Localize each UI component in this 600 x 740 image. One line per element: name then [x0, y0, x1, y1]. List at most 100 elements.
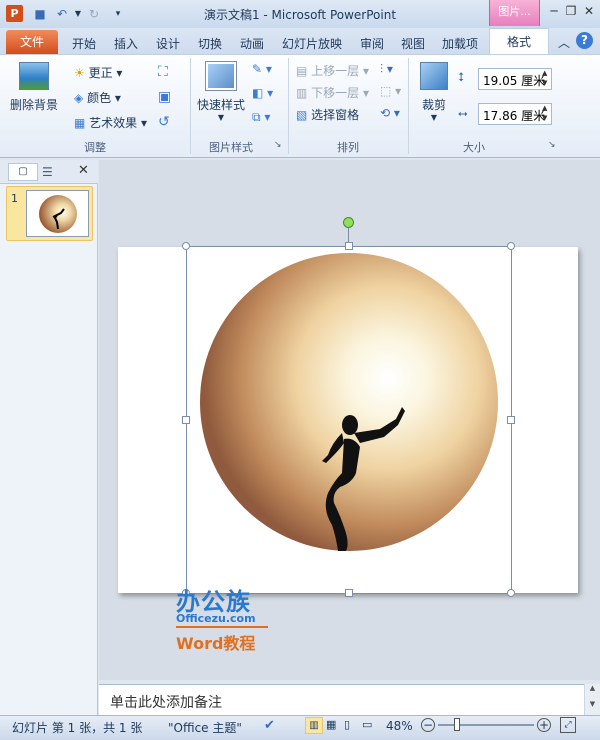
slideshow-icon[interactable]: ▭: [362, 718, 372, 731]
resize-handle-n[interactable]: [345, 242, 353, 250]
send-backward-button[interactable]: ▥ 下移一层 ▾: [296, 84, 369, 101]
window-title: 演示文稿1 - Microsoft PowerPoint: [203, 8, 397, 22]
redo-icon[interactable]: ↻: [86, 6, 102, 22]
notes-scrollbar[interactable]: ▲ ▼: [584, 684, 600, 715]
group-icon[interactable]: ⬚ ▾: [380, 84, 401, 98]
sun-icon: ☀: [74, 66, 85, 80]
selection-pane-button[interactable]: ▧ 选择窗格: [296, 106, 359, 123]
tab-file[interactable]: 文件: [6, 30, 58, 54]
slide-counter: 幻灯片 第 1 张，共 1 张: [12, 721, 143, 735]
save-icon[interactable]: ■: [32, 6, 48, 22]
undo-icon[interactable]: ↶: [54, 6, 70, 22]
compress-pictures-icon[interactable]: ⛶: [158, 64, 168, 80]
remove-background-button[interactable]: 删除背景: [8, 62, 60, 122]
undo-dropdown-icon[interactable]: ▼: [70, 6, 86, 22]
change-picture-icon[interactable]: ▣: [158, 89, 171, 105]
selection-pane-icon: ▧: [296, 108, 308, 122]
scroll-down-icon[interactable]: ▼: [585, 700, 600, 708]
bring-forward-icon: ▤: [296, 64, 308, 78]
picture-layout-icon[interactable]: ⧉ ▾: [252, 110, 270, 125]
group-separator: [408, 58, 409, 154]
picture-border-icon[interactable]: ✎ ▾: [252, 62, 272, 76]
corrections-button[interactable]: ☀ 更正 ▾: [74, 64, 122, 81]
reading-view-icon[interactable]: ▯: [344, 718, 350, 731]
rotation-handle[interactable]: [343, 217, 354, 228]
artistic-effects-button[interactable]: ▦ 艺术效果 ▾: [74, 114, 147, 131]
tab-review[interactable]: 审阅: [360, 35, 384, 52]
color-icon: ◈: [74, 91, 84, 105]
quick-styles-button[interactable]: 快速样式 ▼: [196, 62, 246, 132]
outline-tab-icon[interactable]: ☰: [42, 165, 53, 179]
tab-format[interactable]: 格式: [489, 28, 549, 55]
dialog-launcher-icon[interactable]: ↘: [274, 140, 282, 150]
resize-handle-nw[interactable]: [182, 242, 190, 250]
tab-animations[interactable]: 动画: [240, 35, 264, 52]
zoom-out-icon[interactable]: −: [421, 718, 435, 732]
color-button[interactable]: ◈ 颜色 ▾: [74, 89, 121, 106]
thumbnail-picture: [39, 195, 77, 233]
picture-tools-context: 图片...: [489, 0, 540, 26]
help-icon[interactable]: ?: [576, 32, 593, 49]
send-backward-label: 下移一层: [311, 86, 360, 100]
crop-icon: [420, 62, 448, 90]
arrange-group-label: 排列: [337, 141, 359, 154]
resize-handle-s[interactable]: [345, 589, 353, 597]
minimize-icon[interactable]: ─: [545, 4, 563, 20]
chevron-down-icon: ▼: [430, 113, 438, 122]
dialog-launcher-icon[interactable]: ↘: [548, 140, 556, 150]
resize-handle-e[interactable]: [507, 416, 515, 424]
tab-slideshow[interactable]: 幻灯片放映: [282, 35, 342, 52]
zoom-in-icon[interactable]: +: [537, 718, 551, 732]
bring-forward-label: 上移一层: [311, 64, 360, 78]
send-backward-icon: ▥: [296, 86, 308, 100]
zoom-slider-thumb[interactable]: [454, 718, 460, 731]
crop-label: 裁剪: [421, 98, 446, 112]
pane-close-icon[interactable]: ✕: [78, 163, 89, 178]
width-spinner[interactable]: ▲ ▼: [542, 103, 547, 123]
slide-sorter-icon[interactable]: ▦: [326, 718, 336, 731]
picture-styles-group-label: 图片样式: [209, 141, 253, 154]
height-icon: ⭥: [458, 70, 465, 84]
spell-check-icon[interactable]: ✔: [264, 718, 275, 733]
remove-background-label: 删除背景: [9, 98, 58, 112]
fit-to-window-icon[interactable]: ⤢: [560, 717, 576, 733]
reset-picture-icon[interactable]: ↺: [158, 114, 170, 130]
tab-view[interactable]: 视图: [401, 35, 425, 52]
theme-name: "Office 主题": [168, 721, 242, 735]
ribbon-collapse-icon[interactable]: ︿: [558, 34, 570, 51]
restore-icon[interactable]: ❐: [562, 4, 580, 20]
resize-handle-w[interactable]: [182, 416, 190, 424]
normal-view-icon[interactable]: ▥: [305, 717, 323, 734]
align-icon[interactable]: ⫶ ▾: [380, 62, 393, 77]
tab-transitions[interactable]: 切换: [198, 35, 222, 52]
customize-qat-icon[interactable]: ▾: [110, 6, 126, 22]
width-icon: ⭤: [458, 106, 468, 120]
picture-effects-icon[interactable]: ◧ ▾: [252, 86, 273, 100]
group-separator: [190, 58, 191, 154]
width-input[interactable]: 17.86 厘米: [478, 103, 552, 125]
artistic-label: 艺术效果: [89, 116, 138, 130]
slide-thumbnail[interactable]: [26, 190, 89, 237]
slides-tab-icon[interactable]: ▢: [8, 163, 38, 181]
watermark-underline: [176, 626, 268, 628]
height-input[interactable]: 19.05 厘米: [478, 68, 552, 90]
rotate-icon[interactable]: ⟲ ▾: [380, 106, 400, 120]
bring-forward-button[interactable]: ▤ 上移一层 ▾: [296, 62, 369, 79]
artistic-icon: ▦: [74, 116, 86, 130]
tab-addins[interactable]: 加载项: [442, 35, 478, 52]
scroll-up-icon[interactable]: ▲: [585, 684, 600, 692]
tab-design[interactable]: 设计: [156, 35, 180, 52]
height-spinner[interactable]: ▲ ▼: [542, 68, 547, 88]
tab-insert[interactable]: 插入: [114, 35, 138, 52]
tab-home[interactable]: 开始: [72, 35, 96, 52]
corrections-label: 更正: [88, 66, 113, 80]
zoom-level[interactable]: 48%: [386, 719, 413, 733]
app-icon[interactable]: P: [6, 5, 23, 22]
crop-button[interactable]: 裁剪 ▼: [414, 62, 454, 132]
resize-handle-ne[interactable]: [507, 242, 515, 250]
zoom-slider[interactable]: [438, 724, 534, 726]
close-icon[interactable]: ✕: [580, 4, 598, 20]
resize-handle-se[interactable]: [507, 589, 515, 597]
watermark-site: Officezu.com: [176, 612, 256, 625]
adjust-group-label: 调整: [84, 141, 106, 154]
